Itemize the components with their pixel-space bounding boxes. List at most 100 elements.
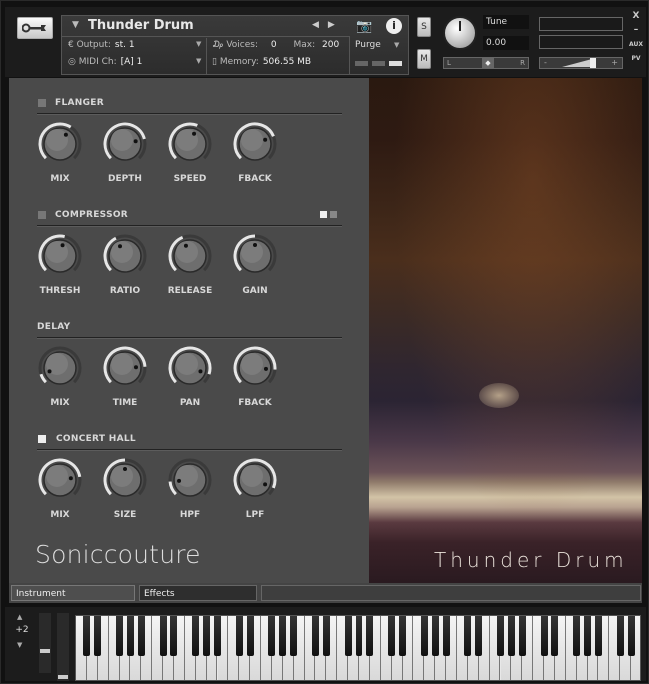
flanger-enable-led[interactable] (38, 99, 46, 107)
black-key[interactable] (290, 616, 298, 656)
flanger-fback-label: FBACK (238, 174, 272, 184)
max-voices-value[interactable]: 200 (322, 40, 339, 50)
midi-channel-value: [A] 1 (120, 57, 143, 67)
close-button[interactable]: X (629, 11, 643, 21)
black-key[interactable] (442, 616, 450, 656)
black-key[interactable] (311, 616, 319, 656)
tab-effects[interactable]: Effects (139, 585, 257, 601)
delay-fback-knob[interactable] (232, 345, 278, 391)
mod-wheel[interactable] (57, 613, 69, 681)
black-key[interactable] (246, 616, 254, 656)
divider (349, 36, 350, 74)
compressor-mode-switch[interactable] (320, 211, 337, 218)
black-key[interactable] (159, 616, 167, 656)
black-key[interactable] (126, 616, 134, 656)
black-key[interactable] (573, 616, 581, 656)
black-key[interactable] (235, 616, 243, 656)
wrench-button[interactable] (17, 17, 53, 39)
delay-mix-knob[interactable] (37, 345, 83, 391)
compressor-thresh-knob[interactable] (37, 233, 83, 279)
piano-keyboard[interactable] (75, 615, 641, 681)
octave-up-icon[interactable]: ▲ (17, 613, 22, 621)
output-label: Output: (76, 40, 111, 50)
black-key[interactable] (355, 616, 363, 656)
solo-button[interactable]: S (417, 17, 431, 37)
compressor-gain-knob[interactable] (232, 233, 278, 279)
concert-hall-size-knob[interactable] (102, 457, 148, 503)
black-key[interactable] (192, 616, 200, 656)
black-key[interactable] (507, 616, 515, 656)
black-key[interactable] (94, 616, 102, 656)
pitch-wheel[interactable] (39, 613, 51, 673)
black-key[interactable] (431, 616, 439, 656)
compressor-release-knob[interactable] (167, 233, 213, 279)
flanger-mix-knob[interactable] (37, 121, 83, 167)
black-key[interactable] (518, 616, 526, 656)
black-key[interactable] (83, 616, 91, 656)
black-key[interactable] (627, 616, 635, 656)
black-key[interactable] (388, 616, 396, 656)
black-key[interactable] (170, 616, 178, 656)
black-key[interactable] (464, 616, 472, 656)
black-key[interactable] (322, 616, 330, 656)
compressor-enable-led[interactable] (38, 211, 46, 219)
black-key[interactable] (279, 616, 287, 656)
volume-slider[interactable]: - + (539, 57, 623, 69)
concert-hall-enable-led[interactable] (38, 435, 46, 443)
black-key[interactable] (551, 616, 559, 656)
black-key[interactable] (344, 616, 352, 656)
black-key[interactable] (366, 616, 374, 656)
minimize-button[interactable]: – (629, 25, 643, 35)
pan-slider[interactable]: L ◆ R (443, 57, 529, 69)
output-row[interactable]: € Output: st. 1 ▼ (68, 40, 201, 50)
voices-icon: ₯ (212, 40, 227, 50)
black-key[interactable] (399, 616, 406, 656)
instrument-info-panel: ▼ Thunder Drum ◀▶ 📷 i € Output: st. 1 ▼ ◎… (61, 15, 409, 75)
purge-menu[interactable]: Purge (355, 40, 381, 50)
tune-knob[interactable] (443, 16, 477, 50)
tune-value[interactable]: 0.00 (483, 36, 529, 50)
black-key[interactable] (540, 616, 548, 656)
black-key[interactable] (497, 616, 504, 656)
concert-hall-hpf-knob[interactable] (167, 457, 213, 503)
mod-wheel-handle[interactable] (58, 675, 68, 679)
instrument-menu-caret-icon[interactable]: ▼ (72, 20, 79, 30)
black-key[interactable] (420, 616, 428, 656)
black-key[interactable] (203, 616, 211, 656)
delay-pan-knob[interactable] (167, 345, 213, 391)
pan-center-handle[interactable]: ◆ (482, 58, 494, 68)
memory-row: ▯ Memory: 506.55 MB (212, 57, 311, 67)
prev-next-instrument-arrows-icon[interactable]: ◀▶ (312, 20, 344, 30)
memory-icon: ▯ (212, 57, 220, 67)
aux-button[interactable]: AUX (629, 41, 643, 48)
brand-logo: Soniccouture (35, 540, 201, 569)
flanger-speed-knob[interactable] (167, 121, 213, 167)
delay-time-knob[interactable] (102, 345, 148, 391)
concert-hall-mix-knob[interactable] (37, 457, 83, 503)
compressor-ratio-knob[interactable] (102, 233, 148, 279)
black-key[interactable] (268, 616, 276, 656)
snapshot-camera-icon[interactable]: 📷 (356, 19, 372, 34)
black-key[interactable] (616, 616, 624, 656)
info-icon[interactable]: i (386, 18, 402, 34)
flanger-depth-knob[interactable] (102, 121, 148, 167)
black-key[interactable] (116, 616, 123, 656)
black-key[interactable] (584, 616, 592, 656)
midi-icon: ◎ (68, 57, 79, 67)
instrument-name[interactable]: Thunder Drum (88, 18, 194, 33)
pitch-wheel-handle[interactable] (40, 649, 50, 653)
flanger-fback-knob[interactable] (232, 121, 278, 167)
tab-instrument[interactable]: Instrument (11, 585, 135, 601)
mute-button[interactable]: M (417, 49, 431, 69)
volume-handle[interactable] (590, 58, 596, 68)
pv-button[interactable]: PV (629, 55, 643, 62)
concert-hall-lpf-knob[interactable] (232, 457, 278, 503)
midi-channel-row[interactable]: ◎ MIDI Ch: [A] 1 ▼ (68, 57, 201, 67)
black-key[interactable] (594, 616, 602, 656)
black-key[interactable] (214, 616, 221, 656)
output-dropdown-caret-icon: ▼ (196, 40, 202, 48)
black-key[interactable] (137, 616, 145, 656)
black-key[interactable] (475, 616, 483, 656)
octave-down-icon[interactable]: ▼ (17, 641, 22, 649)
artwork-cloud (479, 383, 519, 408)
